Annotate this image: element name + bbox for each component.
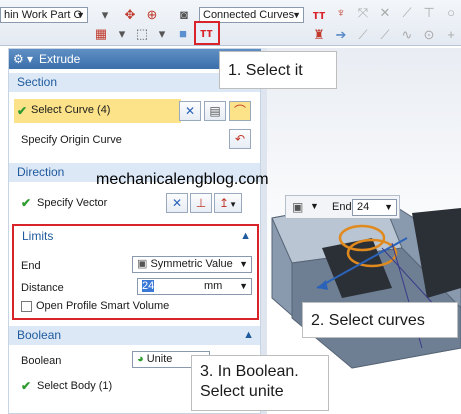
curve-section-button[interactable]: ⌒ <box>229 101 251 121</box>
floating-limit-toolbar: ▣ ▼ End 24 ▼ <box>285 195 400 219</box>
cube-icon: ▣ <box>137 258 148 270</box>
callout-select-it-text: 1. Select it <box>228 62 303 79</box>
specify-origin-button[interactable]: ↶ <box>229 129 251 149</box>
boolean-group-header[interactable]: Boolean ▲ <box>9 326 260 345</box>
dropdown-icon[interactable]: ▾ <box>154 26 170 42</box>
chevron-down-icon[interactable]: ▼ <box>310 201 319 211</box>
open-profile-label: Open Profile Smart Volume <box>36 300 170 312</box>
collapse-icon: ▲ <box>240 230 251 242</box>
direction-header-label: Direction <box>17 165 65 179</box>
curve-arrow-icon: ↶ <box>234 132 246 146</box>
selection-filter-icon[interactable]: ▦ <box>93 26 109 42</box>
distance-value: 24 <box>142 280 155 292</box>
endpoint-icon[interactable]: ⟋ <box>377 27 393 43</box>
checkmark-icon: ✔ <box>21 379 32 393</box>
select-curve-label: Select Curve (4) <box>31 104 111 116</box>
section-header-label: Section <box>17 75 58 89</box>
callout-select-it: 1. Select it <box>219 51 337 89</box>
part-filter-value: hin Work Part O <box>4 9 83 21</box>
end-type-select[interactable]: ▣ Symmetric Value ▼ <box>132 256 252 273</box>
stop-at-intersection-icon: ᴛᴛ <box>200 25 213 40</box>
cross-arrows-icon: ✕ <box>184 104 196 118</box>
chevron-down-icon: ▼ <box>229 200 237 209</box>
stop-at-intersection-highlighted-button[interactable]: ᴛᴛ <box>194 21 220 45</box>
curve-icon[interactable]: ∿ <box>399 27 415 43</box>
vector-dialog-button[interactable]: ⊥ <box>190 193 212 213</box>
snap-icon[interactable]: ▾ <box>97 7 113 23</box>
boolean-value: Unite <box>146 353 173 365</box>
sketch-section-button[interactable]: ▤ <box>204 101 226 121</box>
specify-origin-label: Specify Origin Curve <box>21 134 122 146</box>
reverse-section-button[interactable]: ✕ <box>179 101 201 121</box>
midpoint-icon[interactable]: ⟋ <box>355 27 371 43</box>
distance-input[interactable]: 24 mm ▼ <box>137 278 252 295</box>
select-curve-row[interactable]: ✔ Select Curve (4) <box>14 99 181 123</box>
add-icon[interactable]: + <box>443 27 459 43</box>
boolean-label: Boolean <box>21 355 62 367</box>
tangent-icon[interactable]: ⤧ <box>355 5 371 21</box>
end-label: End <box>21 260 41 272</box>
move-selection-icon[interactable]: ✥ <box>122 7 138 23</box>
checkmark-icon: ✔ <box>21 196 32 210</box>
distance-label: Distance <box>21 282 64 294</box>
callout-select-curves-text: 2. Select curves <box>311 312 425 329</box>
top-toolbar: hin Work Part O ▼ ▾ ✥ ⊕ ◙ Connected Curv… <box>0 0 461 46</box>
limits-header-label: Limits <box>22 229 54 243</box>
distance-unit: mm <box>204 280 223 292</box>
unite-icon: ◕ <box>137 353 144 365</box>
specify-vector-label: Specify Vector <box>37 197 108 209</box>
stop-at-intersection-icon[interactable]: ᴛᴛ <box>311 7 327 23</box>
chevron-down-icon: ▼ <box>239 259 248 269</box>
checkmark-icon: ✔ <box>17 104 28 118</box>
point-cross-icon[interactable]: ✕ <box>377 5 393 21</box>
vector-icon: ↥ <box>219 196 230 210</box>
select-features-icon[interactable]: ⊕ <box>144 7 160 23</box>
dialog-title: Extrude <box>39 52 81 66</box>
watermark-text: mechanicalengblog.com <box>96 171 269 188</box>
camera-icon[interactable]: ◙ <box>176 7 192 23</box>
sketch-icon: ▤ <box>209 104 221 118</box>
curve-icon: ⌒ <box>233 104 246 118</box>
limits-group-header[interactable]: Limits ▲ <box>14 227 257 246</box>
vector-type-button[interactable]: ↥▼ <box>214 193 242 213</box>
callout-boolean-line2: Select unite <box>200 383 284 400</box>
arrow-right-icon[interactable]: ➔ <box>333 27 349 43</box>
collapse-icon: ▲ <box>243 329 254 341</box>
chevron-down-icon: ▼ <box>76 10 85 20</box>
cross-arrows-icon: ✕ <box>171 196 183 210</box>
robot-icon[interactable]: ♜ <box>311 27 327 43</box>
tangent-point-icon[interactable]: ⊤ <box>421 5 437 21</box>
reverse-direction-button[interactable]: ✕ <box>166 193 188 213</box>
floating-end-input[interactable]: 24 ▼ <box>352 199 397 216</box>
select-body-label: Select Body (1) <box>37 380 113 392</box>
axis-icon: ⊥ <box>195 196 207 210</box>
circle-point-icon[interactable]: ○ <box>443 5 459 21</box>
chevron-down-icon: ▼ <box>239 281 248 291</box>
dropdown-icon[interactable]: ▾ <box>114 26 130 42</box>
callout-select-curves: 2. Select curves <box>302 302 458 338</box>
chevron-down-icon: ▾ <box>27 52 34 66</box>
floating-end-label: End <box>332 201 352 213</box>
chevron-down-icon: ▼ <box>292 10 301 20</box>
line-angle-icon[interactable]: ⟋ <box>399 5 415 21</box>
callout-boolean: 3. In Boolean. Select unite <box>191 355 329 411</box>
end-type-value: Symmetric Value <box>150 258 233 270</box>
callout-boolean-line1: 3. In Boolean. <box>200 363 299 380</box>
rectangle-select-icon[interactable]: ⬚ <box>134 26 150 42</box>
part-filter-select[interactable]: hin Work Part O ▼ <box>0 7 88 23</box>
boolean-header-label: Boolean <box>17 328 62 342</box>
curve-rule-value: Connected Curves <box>203 9 295 21</box>
center-icon[interactable]: ⊙ <box>421 27 437 43</box>
open-profile-checkbox[interactable] <box>21 301 32 312</box>
solid-body-icon[interactable]: ■ <box>175 26 191 42</box>
chevron-down-icon: ▼ <box>384 202 393 212</box>
floating-end-value: 24 <box>357 201 370 213</box>
cube-icon[interactable]: ▣ <box>292 200 303 214</box>
follow-fillet-icon[interactable]: ♆ <box>333 5 349 21</box>
gear-icon: ⚙ <box>13 52 24 66</box>
